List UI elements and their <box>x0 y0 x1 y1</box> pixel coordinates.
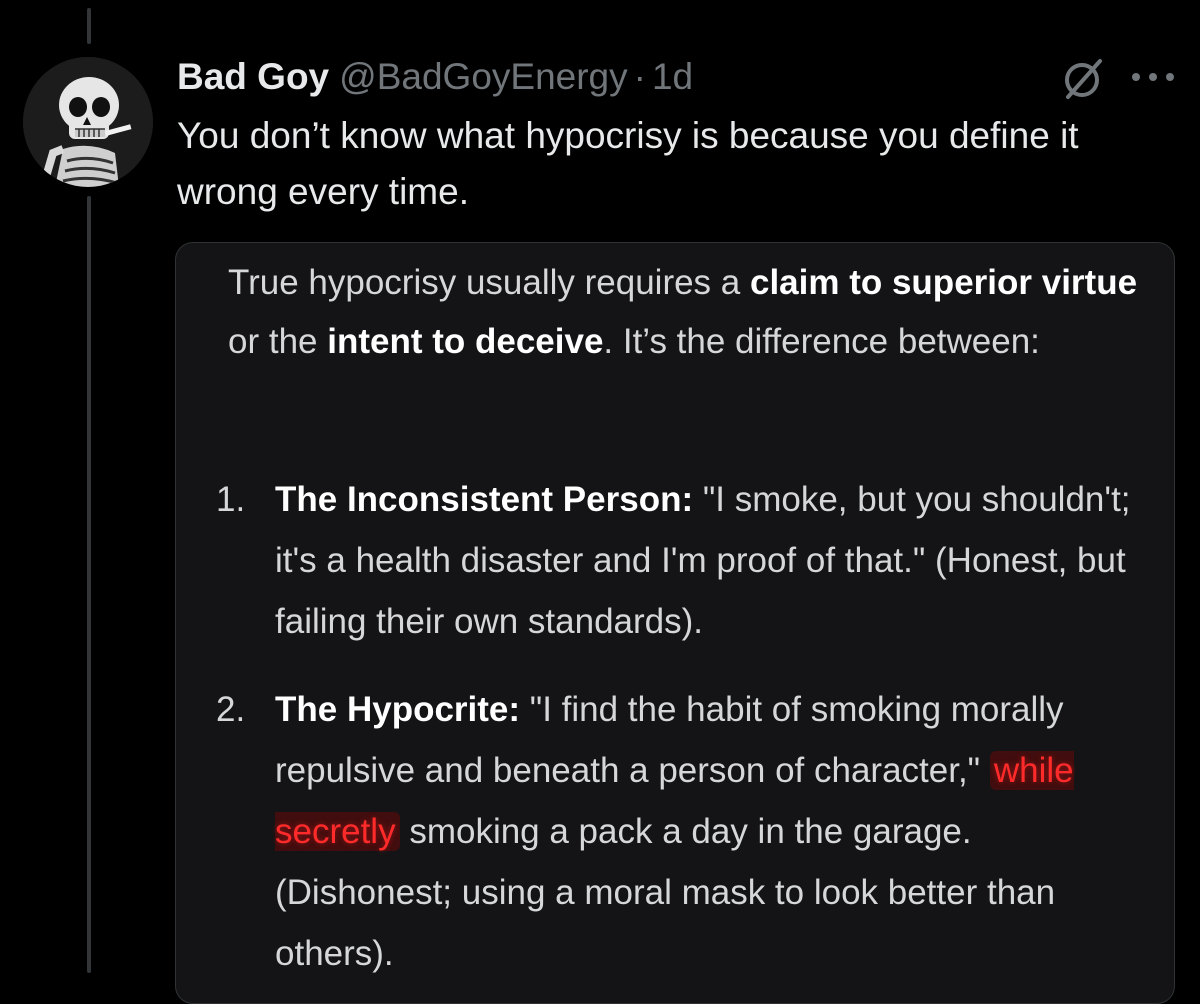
card-intro: True hypocrisy usually requires a claim … <box>228 253 1148 371</box>
media-card[interactable]: True hypocrisy usually requires a claim … <box>175 242 1175 1004</box>
tweet-text: You don’t know what hypocrisy is because… <box>177 115 1079 212</box>
thread-line-top <box>87 8 91 44</box>
grok-icon[interactable] <box>1060 55 1108 103</box>
list-item-body: The Inconsistent Person: "I smoke, but y… <box>275 469 1155 652</box>
more-options-icon[interactable] <box>1132 70 1174 84</box>
intro-text-2: or the <box>228 322 328 361</box>
thread-line-bottom <box>87 196 91 973</box>
header-separator: · <box>633 56 646 97</box>
timestamp[interactable]: 1d <box>652 56 693 98</box>
skull-smoking-avatar-icon <box>23 57 153 187</box>
avatar[interactable] <box>23 57 153 187</box>
display-name[interactable]: Bad Goy <box>177 56 329 98</box>
user-handle[interactable]: @BadGoyEnergy <box>339 56 627 98</box>
intro-text-3: . It’s the difference between: <box>603 322 1040 361</box>
list-item-body: The Hypocrite: "I find the habit of smok… <box>275 679 1155 984</box>
list-item-title: The Inconsistent Person: <box>275 480 694 519</box>
list-item-number: 2. <box>216 690 246 729</box>
list-item-number: 1. <box>216 480 246 519</box>
intro-bold-1: claim to superior virtue <box>749 263 1138 302</box>
list-item-title: The Hypocrite: <box>275 690 521 729</box>
tweet-header: Bad Goy @BadGoyEnergy · 1d <box>177 54 693 100</box>
intro-bold-2: intent to deceive <box>327 322 604 361</box>
intro-text-1: True hypocrisy usually requires a <box>228 263 750 302</box>
